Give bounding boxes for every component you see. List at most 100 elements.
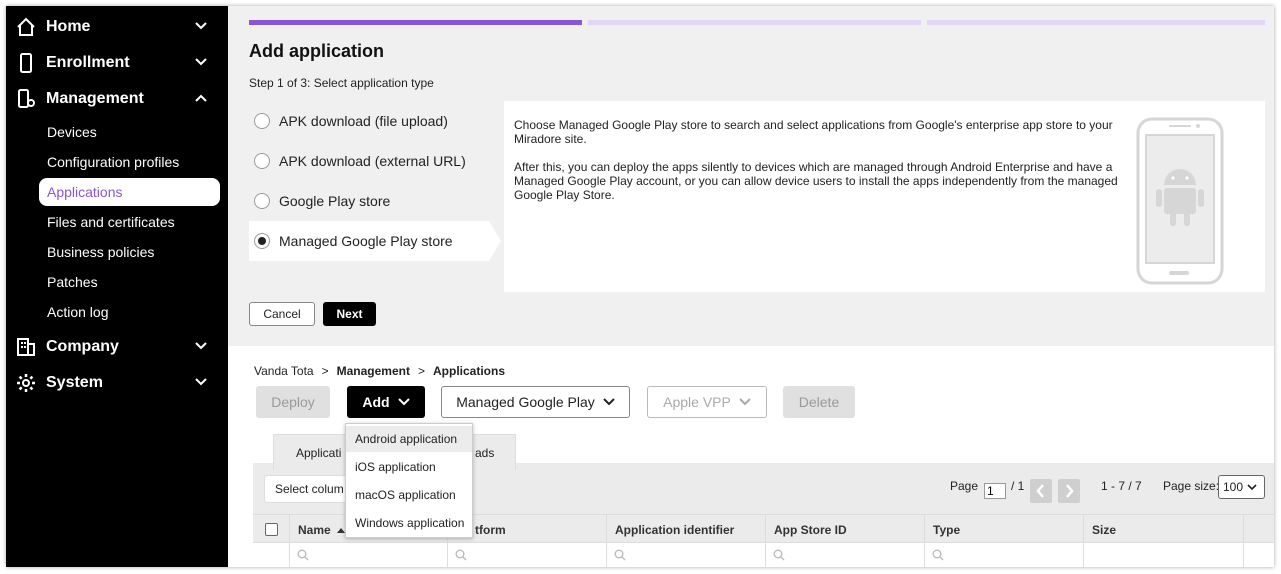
option-apk-external-url[interactable]: APK download (external URL) <box>249 141 489 181</box>
column-header-application-identifier[interactable]: Application identifier <box>606 515 765 544</box>
chevron-down-icon <box>195 378 207 386</box>
menu-item-ios-application[interactable]: iOS application <box>346 454 472 480</box>
breadcrumb-management[interactable]: Management <box>337 364 410 378</box>
sidebar-item-management[interactable]: Management <box>6 81 228 117</box>
column-label: Size <box>1092 522 1117 537</box>
radio-button-selected[interactable] <box>254 233 270 249</box>
sidebar-item-label: System <box>46 374 103 391</box>
add-application-wizard: Add application Step 1 of 3: Select appl… <box>228 6 1274 346</box>
record-range: 1 - 7 / 7 <box>1101 479 1142 493</box>
column-header-app-store-id[interactable]: App Store ID <box>765 515 924 544</box>
previous-page-button[interactable] <box>1030 479 1052 503</box>
search-icon <box>932 549 944 561</box>
add-label: Add <box>362 394 390 410</box>
column-header-type[interactable]: Type <box>924 515 1083 544</box>
filter-app-store-id[interactable] <box>765 543 924 567</box>
deploy-label: Deploy <box>271 394 315 410</box>
chevron-down-icon <box>603 398 615 406</box>
option-label: APK download (external URL) <box>279 153 466 169</box>
sidebar-item-action-log[interactable]: Action log <box>39 298 220 326</box>
delete-button[interactable]: Delete <box>783 386 855 418</box>
radio-button[interactable] <box>254 193 270 209</box>
sidebar: Home Enrollment Management Devices Confi… <box>6 6 228 567</box>
next-page-button[interactable] <box>1058 479 1080 503</box>
sidebar-item-business-policies[interactable]: Business policies <box>39 238 220 266</box>
filter-platform[interactable] <box>447 543 606 567</box>
option-label: Google Play store <box>279 193 391 209</box>
select-columns-label: Select colum <box>275 482 344 496</box>
sidebar-item-label: Company <box>46 338 119 355</box>
wizard-step-text: Step 1 of 3: Select application type <box>249 76 434 90</box>
sidebar-item-patches[interactable]: Patches <box>39 268 220 296</box>
filter-size[interactable] <box>1083 543 1243 567</box>
menu-item-macos-application[interactable]: macOS application <box>346 482 472 508</box>
page-total: / 1 <box>1011 479 1025 493</box>
search-icon <box>297 549 309 561</box>
add-dropdown-menu: Android application iOS application macO… <box>345 423 473 538</box>
chevron-up-icon <box>195 94 207 102</box>
chevron-down-icon <box>195 22 207 30</box>
search-icon <box>773 549 785 561</box>
sidebar-item-applications[interactable]: Applications <box>39 178 220 206</box>
delete-label: Delete <box>798 394 840 410</box>
chevron-right-icon <box>1066 484 1074 498</box>
column-label: Type <box>933 522 961 537</box>
page-label: Page <box>950 479 979 493</box>
sidebar-item-home[interactable]: Home <box>6 9 228 45</box>
apple-vpp-button[interactable]: Apple VPP <box>647 386 767 418</box>
add-button[interactable]: Add <box>347 386 425 418</box>
sidebar-item-system[interactable]: System <box>6 365 228 401</box>
breadcrumb-user[interactable]: Vanda Tota <box>254 364 314 378</box>
option-label: APK download (file upload) <box>279 113 448 129</box>
android-phone-icon <box>1136 117 1224 285</box>
menu-item-android-application[interactable]: Android application <box>346 426 472 452</box>
managed-google-play-label: Managed Google Play <box>456 394 595 410</box>
sidebar-item-files-and-certificates[interactable]: Files and certificates <box>39 208 220 236</box>
sidebar-item-configuration-profiles[interactable]: Configuration profiles <box>39 148 220 176</box>
search-icon <box>455 549 467 561</box>
radio-button[interactable] <box>254 153 270 169</box>
sidebar-item-devices[interactable]: Devices <box>39 118 220 146</box>
next-button[interactable]: Next <box>323 302 376 326</box>
managed-google-play-button[interactable]: Managed Google Play <box>441 386 630 418</box>
column-label: Application identifier <box>615 522 735 537</box>
filter-application-identifier[interactable] <box>606 543 765 567</box>
cancel-button[interactable]: Cancel <box>249 302 315 326</box>
app-window: Home Enrollment Management Devices Confi… <box>6 6 1274 567</box>
chevron-down-icon <box>195 342 207 350</box>
sidebar-item-company[interactable]: Company <box>6 329 228 365</box>
radio-button[interactable] <box>254 113 270 129</box>
description-paragraph-1: Choose Managed Google Play store to sear… <box>514 118 1113 146</box>
deploy-button[interactable]: Deploy <box>256 386 330 418</box>
tab-label: ads <box>475 445 495 460</box>
sidebar-item-label: Enrollment <box>46 54 130 71</box>
option-label: Managed Google Play store <box>279 233 453 249</box>
search-icon <box>614 549 626 561</box>
filter-extra <box>1243 543 1274 567</box>
progress-step-1 <box>249 20 582 25</box>
filter-name[interactable] <box>289 543 447 567</box>
chevron-down-icon <box>1247 483 1257 490</box>
apple-vpp-label: Apple VPP <box>663 394 731 410</box>
progress-step-3 <box>927 20 1265 25</box>
option-google-play-store[interactable]: Google Play store <box>249 181 489 221</box>
select-all-checkbox[interactable] <box>265 523 278 536</box>
chevron-left-icon <box>1036 484 1044 498</box>
sort-ascending-icon <box>336 527 345 533</box>
filter-type[interactable] <box>924 543 1083 567</box>
option-managed-google-play-store[interactable]: Managed Google Play store <box>249 221 501 261</box>
grid-filter-row <box>253 543 1274 567</box>
menu-item-windows-application[interactable]: Windows application <box>346 510 472 536</box>
sidebar-item-label: Management <box>46 90 144 107</box>
page-size-select[interactable]: 100 <box>1218 475 1265 499</box>
sidebar-item-enrollment[interactable]: Enrollment <box>6 45 228 81</box>
option-apk-file-upload[interactable]: APK download (file upload) <box>249 101 489 141</box>
chevron-down-icon <box>739 398 751 406</box>
breadcrumb-applications: Applications <box>433 364 506 378</box>
column-label: App Store ID <box>774 522 847 537</box>
column-label: Name <box>298 522 331 537</box>
page-number-input[interactable] <box>984 483 1006 499</box>
column-header-size[interactable]: Size <box>1083 515 1243 544</box>
option-description-panel: Choose Managed Google Play store to sear… <box>504 101 1265 292</box>
management-icon <box>18 89 35 108</box>
